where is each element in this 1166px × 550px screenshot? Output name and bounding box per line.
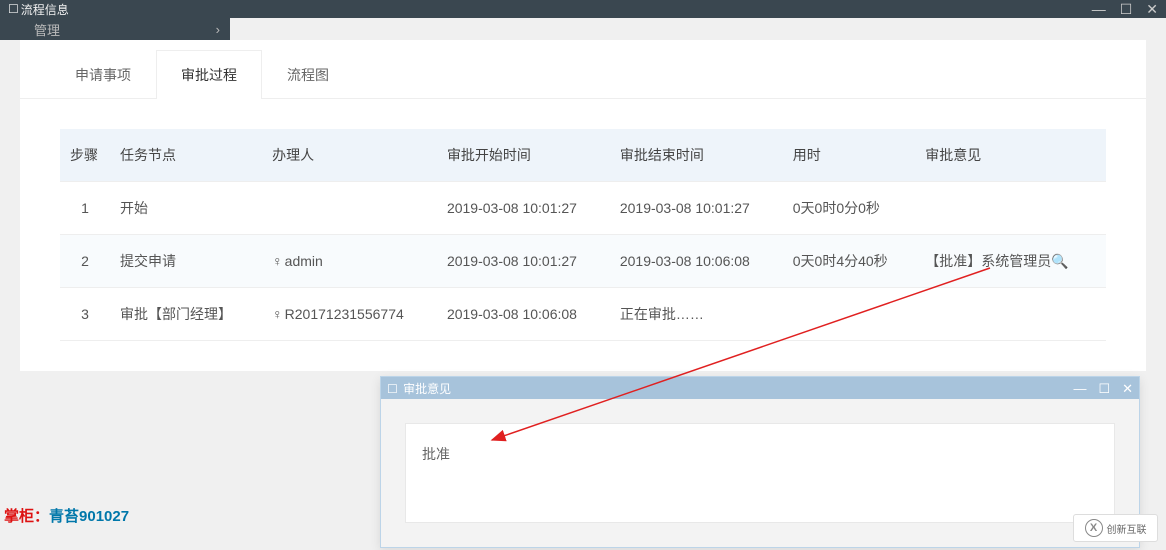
tab-apply-label: 申请事项 — [75, 67, 131, 83]
cell-node: 提交申请 — [110, 235, 262, 288]
chevron-right-icon: › — [216, 22, 220, 37]
cell-step: 2 — [60, 235, 110, 288]
table-row: 2 提交申请 ♀admin 2019-03-08 10:01:27 2019-0… — [60, 235, 1106, 288]
cell-handler: ♀admin — [262, 235, 437, 288]
approval-table-container: 步骤 任务节点 办理人 审批开始时间 审批结束时间 用时 审批意见 1 开始 2… — [20, 99, 1146, 371]
opinion-content: 批准 — [422, 446, 450, 462]
th-duration: 用时 — [783, 129, 915, 182]
th-step: 步骤 — [60, 129, 110, 182]
cell-start: 2019-03-08 10:06:08 — [437, 288, 610, 341]
main-panel: 申请事项 审批过程 流程图 步骤 任务节点 办理人 审批开始时间 审批结束时间 … — [20, 40, 1146, 371]
search-icon: 🔍 — [1051, 253, 1068, 270]
author-prefix: 掌柜： — [4, 508, 49, 525]
th-start: 审批开始时间 — [437, 129, 610, 182]
tab-flowchart[interactable]: 流程图 — [262, 50, 354, 99]
cell-duration — [783, 288, 915, 341]
person-icon: ♀ — [272, 306, 283, 322]
popup-close-button[interactable]: ✕ — [1122, 382, 1133, 395]
watermark-text: 创新互联 — [1107, 521, 1147, 536]
tab-flowchart-label: 流程图 — [287, 67, 329, 83]
watermark-icon: X — [1085, 519, 1103, 537]
approval-table: 步骤 任务节点 办理人 审批开始时间 审批结束时间 用时 审批意见 1 开始 2… — [60, 129, 1106, 341]
close-button[interactable]: ✕ — [1146, 2, 1158, 16]
sidebar-item-label: 管理 — [34, 20, 60, 39]
cell-handler: ♀R20171231556774 — [262, 288, 437, 341]
opinion-popup-title: 审批意见 — [403, 382, 451, 396]
opinion-popup-body: 批准 — [381, 399, 1139, 547]
cell-opinion — [915, 288, 1106, 341]
sidebar-item[interactable]: 管理 › — [0, 18, 230, 40]
main-window-title: 流程信息 — [21, 1, 69, 18]
opinion-text: 【批准】系统管理员 — [925, 253, 1051, 269]
tab-apply[interactable]: 申请事项 — [50, 50, 156, 99]
cell-handler — [262, 182, 437, 235]
window-icon: ☐ — [8, 2, 19, 16]
tab-approval-process[interactable]: 审批过程 — [156, 50, 262, 99]
popup-maximize-button[interactable]: ☐ — [1098, 382, 1110, 395]
watermark-logo: X 创新互联 — [1073, 514, 1158, 542]
window-icon: ☐ — [387, 382, 398, 396]
cell-end: 2019-03-08 10:06:08 — [610, 235, 783, 288]
th-opinion: 审批意见 — [915, 129, 1106, 182]
cell-step: 3 — [60, 288, 110, 341]
opinion-popup: ☐ 审批意见 — ☐ ✕ 批准 — [380, 376, 1140, 548]
handler-name: R20171231556774 — [285, 306, 404, 322]
th-node: 任务节点 — [110, 129, 262, 182]
table-row: 3 审批【部门经理】 ♀R20171231556774 2019-03-08 1… — [60, 288, 1106, 341]
table-row: 1 开始 2019-03-08 10:01:27 2019-03-08 10:0… — [60, 182, 1106, 235]
cell-end: 正在审批…… — [610, 288, 783, 341]
maximize-button[interactable]: ☐ — [1120, 2, 1133, 16]
author-label: 掌柜：青苔901027 — [4, 505, 129, 526]
cell-node: 开始 — [110, 182, 262, 235]
person-icon: ♀ — [272, 253, 283, 269]
tab-approval-process-label: 审批过程 — [181, 67, 237, 83]
minimize-button[interactable]: — — [1092, 2, 1106, 16]
tab-bar: 申请事项 审批过程 流程图 — [20, 50, 1146, 99]
handler-name: admin — [285, 253, 323, 269]
cell-step: 1 — [60, 182, 110, 235]
cell-node: 审批【部门经理】 — [110, 288, 262, 341]
cell-opinion — [915, 182, 1106, 235]
opinion-popup-header[interactable]: ☐ 审批意见 — ☐ ✕ — [381, 377, 1139, 399]
popup-minimize-button[interactable]: — — [1073, 382, 1086, 395]
th-handler: 办理人 — [262, 129, 437, 182]
cell-start: 2019-03-08 10:01:27 — [437, 182, 610, 235]
th-end: 审批结束时间 — [610, 129, 783, 182]
cell-end: 2019-03-08 10:01:27 — [610, 182, 783, 235]
opinion-textarea[interactable]: 批准 — [405, 423, 1115, 523]
main-window-titlebar: ☐ 流程信息 — ☐ ✕ — [0, 0, 1166, 18]
cell-duration: 0天0时4分40秒 — [783, 235, 915, 288]
cell-duration: 0天0时0分0秒 — [783, 182, 915, 235]
cell-opinion[interactable]: 【批准】系统管理员🔍 — [915, 235, 1106, 288]
cell-start: 2019-03-08 10:01:27 — [437, 235, 610, 288]
author-name: 青苔901027 — [49, 508, 129, 525]
